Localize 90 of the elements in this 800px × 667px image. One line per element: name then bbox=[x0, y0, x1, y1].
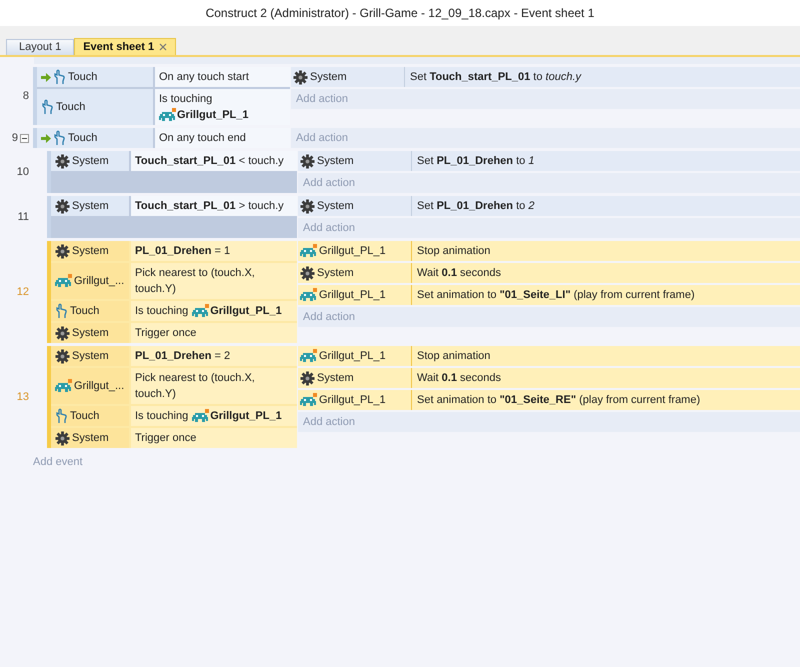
object-name: Touch bbox=[70, 304, 100, 319]
condition-text: Is touching bbox=[159, 92, 212, 107]
pointing-hand-icon bbox=[55, 408, 68, 424]
add-action-link[interactable]: Add action bbox=[298, 173, 800, 193]
condition-text: Trigger once bbox=[135, 431, 196, 446]
event-number: 10 bbox=[16, 164, 29, 180]
gear-icon bbox=[300, 154, 315, 168]
add-action-link[interactable]: Add action bbox=[291, 128, 800, 148]
object-name: Touch bbox=[56, 100, 86, 115]
window-title: Construct 2 (Administrator) - Grill-Game - 12_09_18.capx - Event sheet 1 bbox=[206, 5, 594, 22]
object-name: Grillgut_... bbox=[74, 378, 124, 394]
object-name: System bbox=[317, 266, 354, 281]
add-action-link[interactable]: Add action bbox=[298, 307, 800, 327]
object-name: Touch bbox=[68, 130, 98, 146]
gear-icon bbox=[300, 370, 315, 386]
object-name: System bbox=[72, 154, 109, 169]
condition-text: Touch_start_PL_01 < touch.y bbox=[135, 154, 284, 169]
add-action-link[interactable]: Add action bbox=[298, 218, 800, 238]
object-name: Grillgut_PL_1 bbox=[319, 288, 386, 303]
pointing-hand-icon bbox=[55, 303, 68, 319]
object-name: Grillgut_PL_1 bbox=[210, 409, 282, 424]
invader-sprite-icon bbox=[159, 108, 176, 122]
condition-text: Pick nearest to (touch.X, touch.Y) bbox=[135, 371, 256, 402]
object-name: System bbox=[317, 198, 354, 214]
object-name: Grillgut_... bbox=[74, 274, 124, 289]
object-name: Touch bbox=[70, 408, 100, 424]
object-name: System bbox=[310, 70, 347, 85]
invader-sprite-icon bbox=[300, 244, 317, 258]
invader-sprite-icon bbox=[192, 304, 210, 318]
event-number: 8 bbox=[22, 88, 29, 104]
condition-text: PL_01_Drehen = 2 bbox=[135, 349, 230, 364]
condition-text: Pick nearest to (touch.X, touch.Y) bbox=[135, 266, 256, 297]
invader-sprite-icon bbox=[300, 393, 317, 407]
object-name: System bbox=[317, 154, 354, 169]
object-name: Grillgut_PL_1 bbox=[210, 304, 282, 319]
gear-icon bbox=[55, 244, 70, 258]
tab[interactable]: Layout 1 bbox=[6, 39, 74, 55]
object-name: Touch bbox=[68, 70, 98, 85]
invader-sprite-icon bbox=[55, 274, 72, 288]
event-number: 12 bbox=[16, 284, 29, 300]
action-text: Set Touch_start_PL_01 to touch.y bbox=[410, 70, 582, 85]
gear-icon bbox=[300, 198, 315, 214]
condition-text: Trigger once bbox=[135, 326, 196, 341]
condition-text: Is touching bbox=[135, 304, 188, 319]
object-name: System bbox=[72, 244, 109, 259]
invader-sprite-icon bbox=[192, 409, 210, 423]
action-text: Set PL_01_Drehen to 1 bbox=[417, 154, 534, 169]
object-name: System bbox=[72, 198, 109, 214]
event-number: 11 bbox=[18, 210, 29, 225]
add-action-link[interactable]: Add action bbox=[298, 412, 800, 432]
action-text: Wait 0.1 seconds bbox=[417, 266, 501, 281]
gear-icon bbox=[55, 198, 70, 214]
action-text: Stop animation bbox=[417, 348, 490, 364]
close-icon[interactable] bbox=[159, 43, 168, 51]
gear-icon bbox=[55, 154, 70, 168]
collapse-toggle-icon[interactable] bbox=[20, 134, 29, 142]
object-name: Grillgut_PL_1 bbox=[319, 348, 386, 364]
tab[interactable]: Event sheet 1 bbox=[74, 38, 176, 55]
invader-sprite-icon bbox=[55, 379, 72, 393]
gear-icon bbox=[300, 266, 315, 280]
pointing-hand-icon bbox=[53, 130, 66, 146]
gear-icon bbox=[55, 348, 70, 364]
action-text: Set PL_01_Drehen to 2 bbox=[417, 198, 534, 214]
action-text: Set animation to "01_Seite_LI" (play from current frame) bbox=[417, 288, 695, 303]
object-name: System bbox=[317, 370, 354, 386]
action-text: Wait 0.1 seconds bbox=[417, 370, 501, 386]
pointing-hand-icon bbox=[53, 69, 66, 85]
object-name: Grillgut_PL_1 bbox=[319, 244, 386, 259]
invader-sprite-icon bbox=[300, 288, 317, 302]
condition-text: PL_01_Drehen = 1 bbox=[135, 244, 230, 259]
event-number: 9 bbox=[12, 130, 18, 146]
condition-text: On any touch start bbox=[159, 70, 249, 85]
object-name: System bbox=[72, 348, 109, 364]
object-name: System bbox=[72, 326, 109, 341]
condition-text: On any touch end bbox=[159, 131, 246, 146]
condition-text: Touch_start_PL_01 > touch.y bbox=[135, 199, 284, 214]
object-name: Grillgut_PL_1 bbox=[319, 392, 386, 408]
event-number: 13 bbox=[16, 390, 29, 405]
invader-sprite-icon bbox=[300, 349, 317, 363]
action-text: Stop animation bbox=[417, 244, 490, 259]
add-event-link[interactable]: Add event bbox=[33, 456, 83, 468]
object-name: System bbox=[72, 430, 109, 446]
pointing-hand-icon bbox=[41, 99, 54, 115]
gear-icon bbox=[293, 70, 308, 84]
gear-icon bbox=[55, 326, 70, 340]
object-name: Grillgut_PL_1 bbox=[177, 108, 249, 123]
add-action-link[interactable]: Add action bbox=[291, 89, 800, 109]
action-text: Set animation to "01_Seite_RE" (play from current frame) bbox=[417, 392, 700, 408]
condition-text: Is touching bbox=[135, 409, 188, 424]
gear-icon bbox=[55, 430, 70, 446]
